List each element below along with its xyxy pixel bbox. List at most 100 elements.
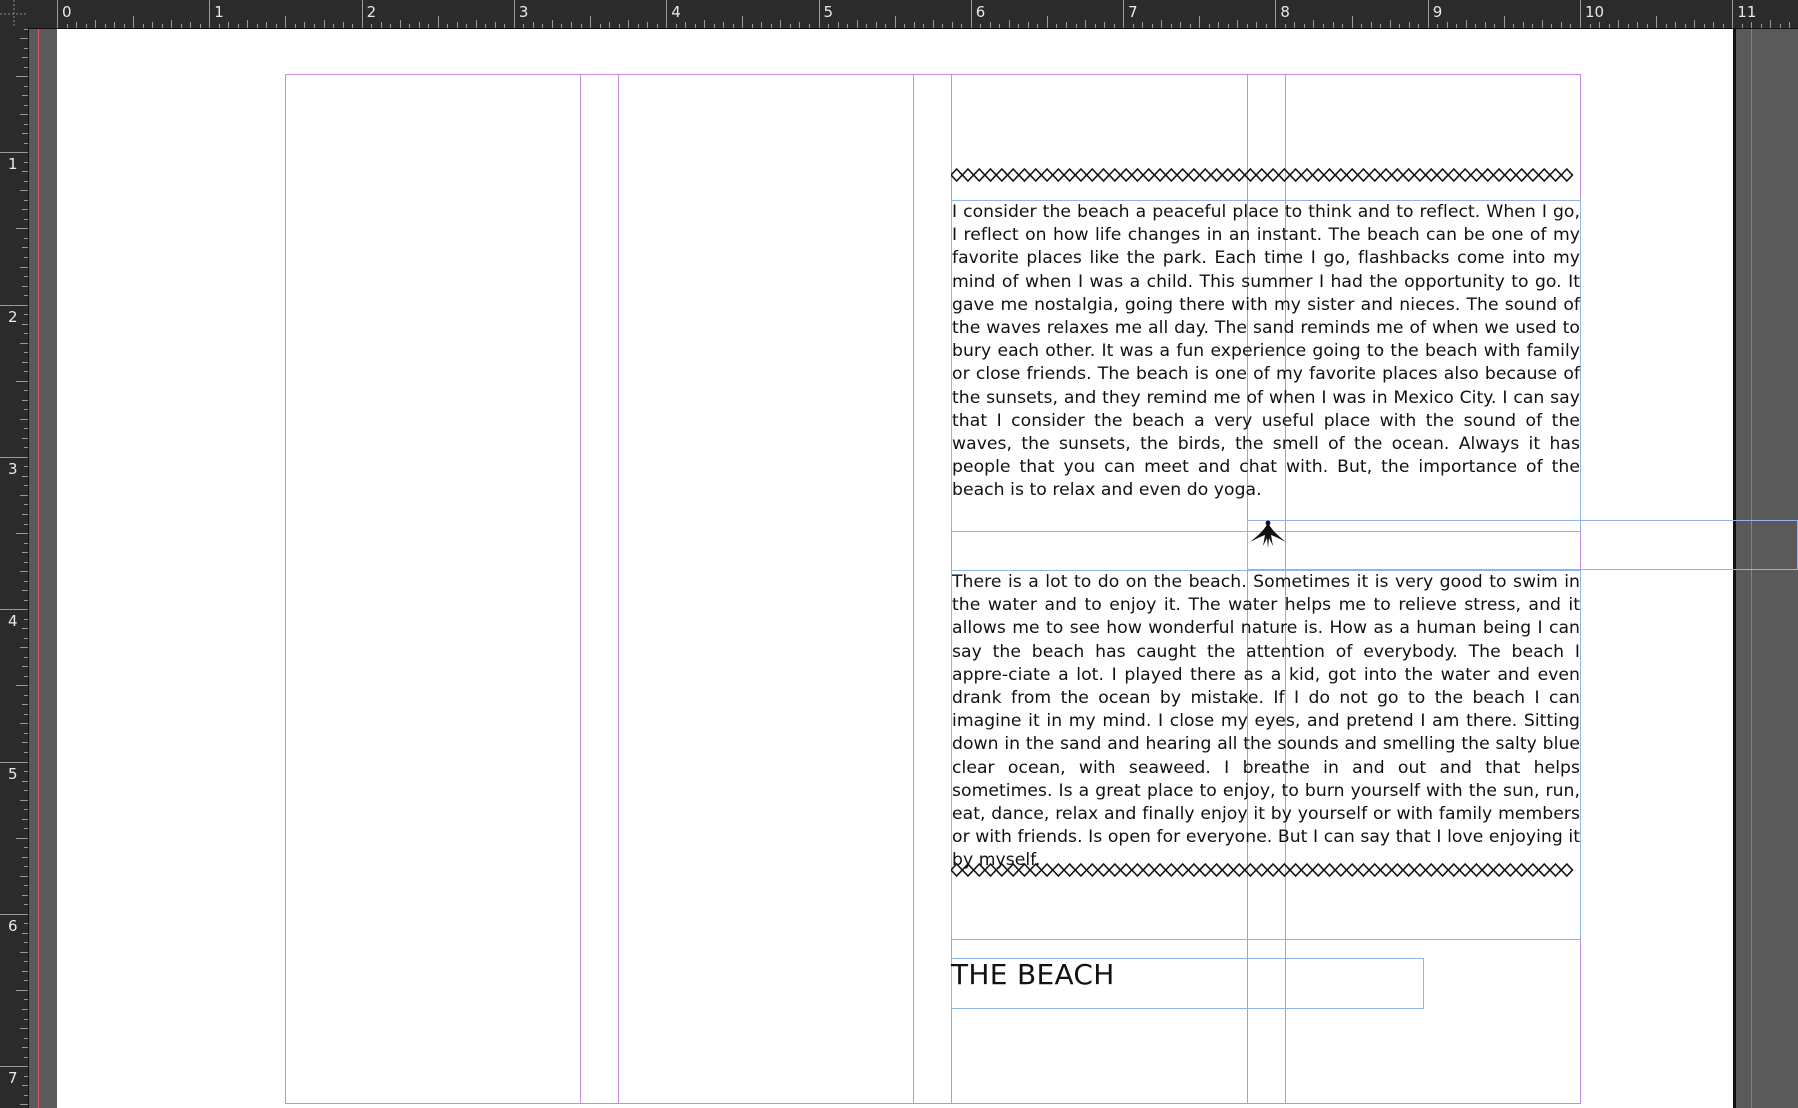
ruler-major-tick <box>0 1066 28 1068</box>
ruler-minor-tick <box>24 961 28 963</box>
ruler-label: 3 <box>8 459 18 478</box>
ruler-minor-tick <box>494 22 496 28</box>
ruler-minor-tick <box>1456 24 1458 28</box>
ruler-minor-tick <box>1532 24 1534 28</box>
ruler-minor-tick <box>1104 22 1106 28</box>
ruler-minor-tick <box>628 20 630 28</box>
ruler-minor-tick <box>713 24 715 28</box>
ruler-minor-tick <box>22 932 28 934</box>
ruler-minor-tick <box>599 24 601 28</box>
ruler-minor-tick <box>1722 24 1724 28</box>
ruler-minor-tick <box>1522 22 1524 28</box>
ruler-minor-tick <box>647 22 649 28</box>
diamond-link <box>1221 167 1235 183</box>
ruler-origin[interactable] <box>0 0 28 28</box>
graphic-frame-ornament[interactable] <box>1247 520 1798 570</box>
ruler-minor-tick <box>24 942 28 944</box>
diamond-link <box>1277 167 1292 183</box>
ruler-minor-tick <box>1513 24 1515 28</box>
ruler-minor-tick <box>1322 24 1324 28</box>
ruler-minor-tick <box>22 780 28 782</box>
ruler-minor-tick <box>22 1085 28 1087</box>
ruler-minor-tick <box>532 22 534 28</box>
ruler-minor-tick <box>22 628 28 630</box>
ruler-minor-tick <box>22 437 28 439</box>
body-paragraph-1[interactable]: I consider the beach a peaceful place to… <box>952 201 1580 503</box>
ruler-major-tick <box>209 0 211 28</box>
ruler-minor-tick <box>22 552 28 554</box>
ruler-minor-tick <box>1237 20 1239 28</box>
ruler-minor-tick <box>1142 22 1144 28</box>
ruler-minor-tick <box>732 24 734 28</box>
ruler-minor-tick <box>475 20 477 28</box>
palm-ornament-icon <box>1250 520 1286 548</box>
margin-guide-top <box>285 74 1581 75</box>
ruler-label: 7 <box>8 1069 18 1088</box>
ruler-minor-tick <box>856 20 858 28</box>
ruler-minor-tick <box>1370 22 1372 28</box>
ruler-minor-tick <box>95 20 97 28</box>
ruler-minor-tick <box>24 390 28 392</box>
ruler-label: 11 <box>1737 3 1757 21</box>
ruler-minor-tick <box>24 713 28 715</box>
ruler-label: 2 <box>366 3 377 21</box>
body-paragraph-2[interactable]: There is a lot to do on the beach. Somet… <box>952 571 1580 873</box>
ruler-minor-tick <box>694 24 696 28</box>
ruler-minor-tick <box>380 22 382 28</box>
ruler-minor-tick <box>20 571 28 573</box>
ruler-minor-tick <box>22 95 28 97</box>
ruler-minor-tick <box>104 24 106 28</box>
ruler-minor-tick <box>390 24 392 28</box>
diamond-link <box>1447 167 1461 183</box>
ruler-minor-tick <box>24 732 28 734</box>
diamond-link <box>1266 167 1280 183</box>
ruler-minor-tick <box>418 22 420 28</box>
ruler-label: 4 <box>671 3 681 21</box>
ruler-minor-tick <box>24 1075 28 1077</box>
ruler-minor-tick <box>780 20 782 28</box>
ruler-minor-tick <box>352 24 354 28</box>
ruler-minor-tick <box>551 20 553 28</box>
ruler-minor-tick <box>1199 16 1201 28</box>
ruler-minor-tick <box>133 16 135 28</box>
vertical-ruler[interactable]: 1 2 3 4 5 6 7 <box>0 28 29 1108</box>
ruler-minor-tick <box>1265 24 1267 28</box>
ruler-minor-tick <box>1665 24 1667 28</box>
ruler-minor-tick <box>24 1018 28 1020</box>
ruler-minor-tick <box>1703 24 1705 28</box>
ruler-minor-tick <box>942 24 944 28</box>
ruler-minor-tick <box>24 47 28 49</box>
page-heading[interactable]: THE BEACH <box>951 958 1115 991</box>
ruler-minor-tick <box>152 22 154 28</box>
diamond-link <box>1062 167 1077 183</box>
ruler-minor-tick <box>1018 24 1020 28</box>
ruler-minor-tick <box>24 580 28 582</box>
ruler-minor-tick <box>22 247 28 249</box>
ruler-minor-tick <box>1113 24 1115 28</box>
horizontal-ruler[interactable]: 0 1 2 3 4 5 6 7 8 9 10 11 <box>0 0 1798 29</box>
ruler-major-tick <box>1275 0 1277 28</box>
ruler-minor-tick <box>675 24 677 28</box>
ruler-minor-tick <box>24 237 28 239</box>
ruler-minor-tick <box>85 24 87 28</box>
ruler-label: 4 <box>8 612 18 631</box>
ruler-minor-tick <box>20 114 28 116</box>
ruler-minor-tick <box>1399 24 1401 28</box>
diamond-link <box>1537 167 1551 183</box>
ruler-minor-tick <box>1618 20 1620 28</box>
ruler-minor-tick <box>16 837 28 839</box>
ruler-minor-tick <box>685 22 687 28</box>
diamond-link <box>1458 167 1472 183</box>
ruler-minor-tick <box>1313 20 1315 28</box>
column-guide <box>618 74 619 1104</box>
ruler-major-tick <box>1123 0 1125 28</box>
ruler-minor-tick <box>466 24 468 28</box>
ruler-minor-tick <box>237 24 239 28</box>
diamond-link <box>1311 167 1325 183</box>
ruler-minor-tick <box>20 951 28 953</box>
ruler-minor-tick <box>1132 24 1134 28</box>
ruler-minor-tick <box>1437 24 1439 28</box>
bleed-guide-left <box>38 29 39 1108</box>
ruler-minor-tick <box>123 24 125 28</box>
ruler-minor-tick <box>24 123 28 125</box>
